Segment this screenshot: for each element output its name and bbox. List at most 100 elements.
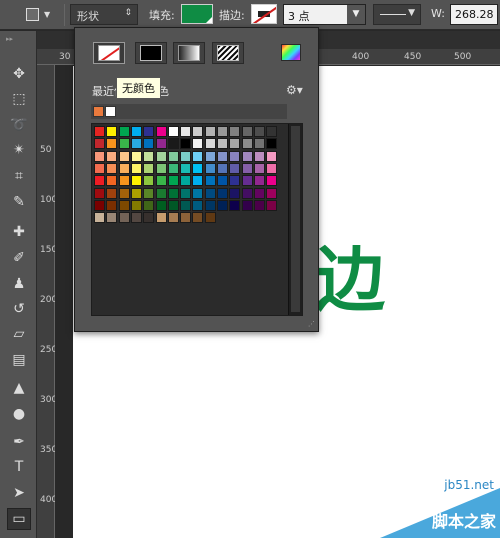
color-swatch[interactable] (204, 187, 216, 199)
path-selection-tool[interactable]: ➤ (7, 482, 31, 504)
color-swatch[interactable] (217, 162, 228, 174)
color-swatch[interactable] (229, 199, 241, 211)
color-swatch[interactable] (204, 199, 216, 211)
width-input[interactable]: 268.28 (450, 4, 498, 25)
fill-color-swatch[interactable] (181, 4, 213, 24)
color-swatch[interactable] (180, 138, 192, 150)
color-swatch[interactable] (143, 175, 155, 187)
color-swatch[interactable] (229, 150, 241, 162)
fill-type-no-color[interactable] (93, 42, 125, 64)
color-swatch[interactable] (167, 138, 179, 150)
color-swatch[interactable] (229, 162, 241, 174)
eraser-tool[interactable]: ▱ (7, 323, 31, 345)
color-swatch[interactable] (253, 126, 265, 137)
recent-swatch[interactable] (93, 106, 104, 117)
color-swatch[interactable] (241, 162, 253, 174)
color-swatch[interactable] (192, 162, 204, 174)
color-swatch[interactable] (130, 162, 142, 174)
clone-stamp-tool[interactable]: ♟ (7, 273, 31, 295)
eyedropper-tool[interactable]: ✎ (7, 191, 31, 213)
panel-grip-icon[interactable]: ▸▸ (6, 35, 13, 43)
color-swatch[interactable] (118, 187, 130, 199)
color-swatch[interactable] (167, 175, 179, 187)
color-swatch[interactable] (180, 212, 192, 224)
color-swatch[interactable] (155, 138, 167, 150)
resize-grip-icon[interactable]: ⋰ (308, 320, 315, 328)
color-swatch[interactable] (130, 126, 142, 137)
shape-mode-select[interactable]: 形状 ⇕ (70, 4, 138, 25)
stroke-type-select[interactable]: ▼ (373, 4, 421, 25)
color-swatch[interactable] (106, 199, 118, 211)
healing-brush-tool[interactable]: ✚ (7, 221, 31, 243)
canvas-shape-glyph[interactable]: 边 (315, 240, 385, 320)
color-swatch[interactable] (130, 150, 142, 162)
color-swatch[interactable] (192, 150, 204, 162)
color-swatch[interactable] (229, 175, 241, 187)
color-swatch[interactable] (253, 138, 265, 150)
color-swatch[interactable] (217, 126, 228, 137)
color-swatch[interactable] (266, 187, 278, 199)
brush-tool[interactable]: ✐ (7, 247, 31, 269)
color-swatch[interactable] (253, 175, 265, 187)
color-swatch[interactable] (217, 150, 228, 162)
chevron-down-icon[interactable]: ▼ (347, 5, 365, 24)
color-swatch[interactable] (155, 199, 167, 211)
color-swatch[interactable] (130, 199, 142, 211)
color-swatch[interactable] (167, 126, 179, 137)
color-swatch[interactable] (106, 126, 118, 137)
history-brush-tool[interactable]: ↺ (7, 298, 31, 320)
color-swatch[interactable] (167, 187, 179, 199)
color-swatch[interactable] (106, 150, 118, 162)
swatches-scrollbar[interactable] (288, 124, 302, 315)
color-swatch[interactable] (94, 175, 105, 187)
stroke-width-input[interactable]: 3 点 ▼ (283, 4, 366, 25)
color-swatch[interactable] (118, 150, 130, 162)
gear-icon[interactable]: ⚙▾ (286, 83, 303, 97)
blur-tool[interactable]: ▲ (7, 377, 31, 399)
color-swatch[interactable] (130, 175, 142, 187)
color-swatch[interactable] (94, 199, 105, 211)
color-swatch[interactable] (180, 187, 192, 199)
color-swatch[interactable] (217, 199, 228, 211)
fill-type-solid-color[interactable] (135, 42, 167, 64)
color-swatch[interactable] (143, 126, 155, 137)
color-swatch[interactable] (217, 138, 228, 150)
color-swatch[interactable] (143, 150, 155, 162)
color-swatch[interactable] (241, 175, 253, 187)
color-swatch[interactable] (180, 175, 192, 187)
color-swatch[interactable] (106, 175, 118, 187)
color-swatch[interactable] (155, 187, 167, 199)
color-swatch[interactable] (94, 162, 105, 174)
color-swatch[interactable] (229, 138, 241, 150)
color-swatch[interactable] (241, 126, 253, 137)
color-swatch[interactable] (241, 187, 253, 199)
color-swatch[interactable] (155, 212, 167, 224)
color-swatch[interactable] (155, 126, 167, 137)
move-tool[interactable]: ✥ (7, 63, 31, 85)
color-swatch[interactable] (167, 199, 179, 211)
color-swatch[interactable] (94, 212, 105, 224)
color-swatch[interactable] (143, 212, 155, 224)
pen-tool[interactable]: ✒ (7, 431, 31, 453)
rectangle-tool[interactable]: ▭ (7, 508, 31, 530)
tool-preset-picker[interactable]: ▼ (22, 6, 58, 24)
color-swatch[interactable] (118, 162, 130, 174)
color-swatch[interactable] (253, 199, 265, 211)
color-swatch[interactable] (192, 199, 204, 211)
color-swatch[interactable] (266, 199, 278, 211)
color-swatch[interactable] (266, 138, 278, 150)
color-swatch[interactable] (94, 126, 105, 137)
color-swatch[interactable] (229, 126, 241, 137)
color-swatch[interactable] (106, 138, 118, 150)
color-swatch[interactable] (253, 187, 265, 199)
color-swatch[interactable] (253, 150, 265, 162)
color-swatch[interactable] (94, 187, 105, 199)
recent-swatch[interactable] (105, 106, 116, 117)
color-swatch[interactable] (204, 138, 216, 150)
color-swatch[interactable] (204, 212, 216, 224)
color-swatch[interactable] (155, 175, 167, 187)
color-swatch[interactable] (241, 150, 253, 162)
color-swatch[interactable] (192, 175, 204, 187)
color-swatch[interactable] (204, 175, 216, 187)
marquee-tool[interactable]: ⬚ (7, 88, 31, 110)
